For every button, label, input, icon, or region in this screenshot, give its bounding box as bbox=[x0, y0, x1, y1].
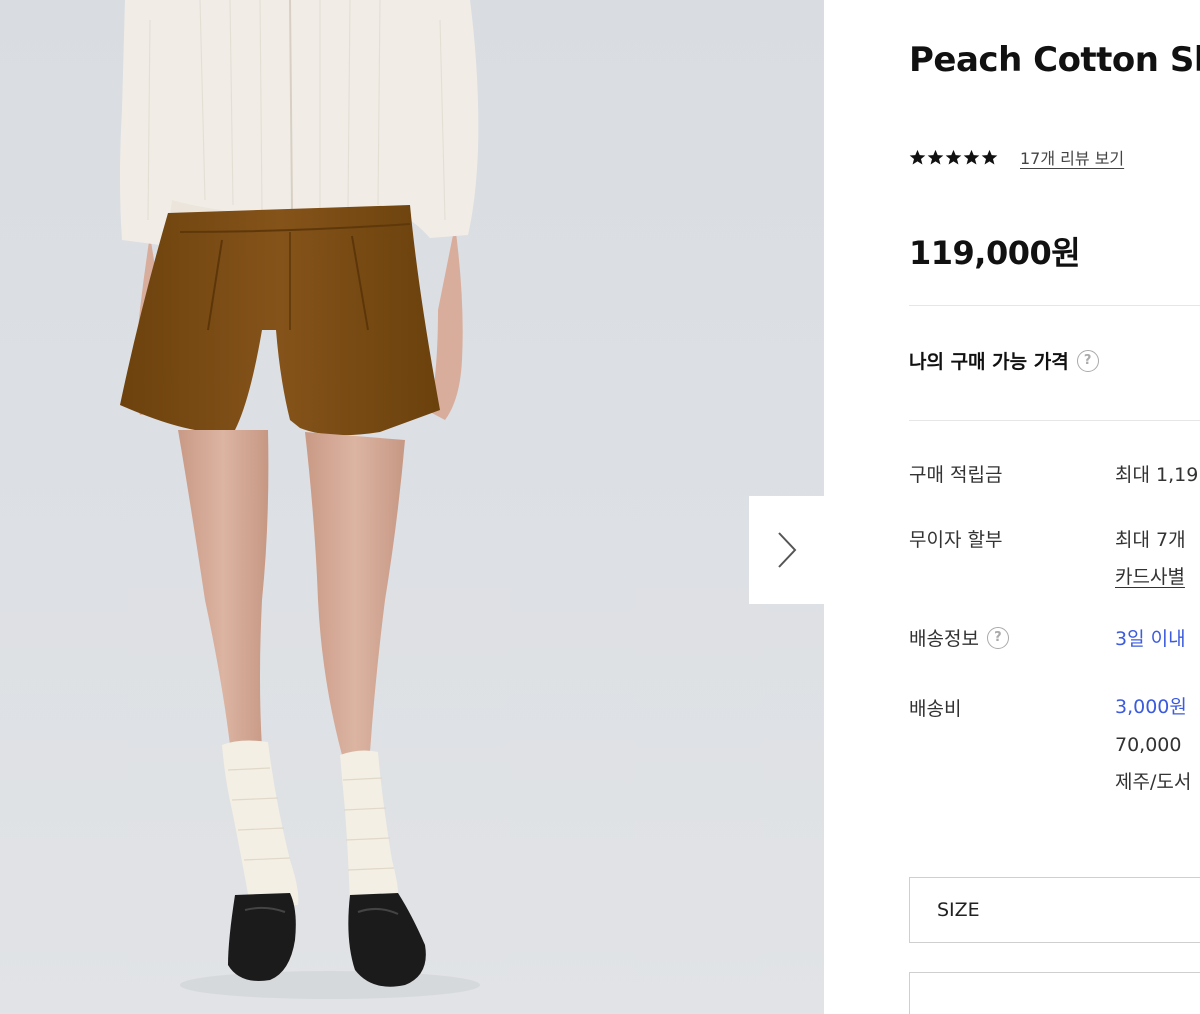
star-icon bbox=[963, 149, 980, 165]
installment-label: 무이자 할부 bbox=[909, 529, 1003, 551]
size-select[interactable]: SIZE bbox=[909, 877, 1200, 943]
shipping-info-value: 3일 이내 bbox=[1115, 628, 1186, 650]
rating-row: 17개 리뷰 보기 bbox=[909, 145, 1124, 169]
star-icon bbox=[909, 149, 926, 165]
product-photo bbox=[120, 0, 480, 999]
divider bbox=[909, 305, 1200, 306]
help-icon[interactable]: ? bbox=[1076, 349, 1099, 372]
shipping-fee-value: 3,000원 bbox=[1115, 696, 1187, 718]
shipping-info-label: 배송정보 bbox=[909, 628, 979, 650]
points-label: 구매 적립금 bbox=[909, 464, 1003, 486]
next-image-button[interactable] bbox=[749, 496, 824, 604]
product-info-panel: Peach Cotton Sh 17개 리뷰 보기 119,000원 나의 구매… bbox=[824, 0, 1200, 1014]
chevron-right-icon bbox=[777, 532, 796, 568]
size-select-label: SIZE bbox=[937, 899, 980, 921]
star-icon bbox=[981, 149, 998, 165]
points-value: 최대 1,19 bbox=[1115, 464, 1199, 486]
review-link[interactable]: 17개 리뷰 보기 bbox=[1020, 145, 1124, 169]
product-title: Peach Cotton Sh bbox=[909, 40, 1200, 80]
free-shipping-threshold: 70,000 bbox=[1115, 734, 1182, 756]
star-icon bbox=[945, 149, 962, 165]
island-shipping-note: 제주/도서 bbox=[1115, 771, 1192, 793]
shipping-info-row: 배송정보 ? bbox=[909, 624, 1009, 651]
my-price-toggle[interactable]: 나의 구매 가능 가격 ? bbox=[909, 347, 1099, 374]
help-icon[interactable]: ? bbox=[986, 626, 1009, 649]
shipping-fee-label: 배송비 bbox=[909, 698, 962, 720]
product-price: 119,000원 bbox=[909, 234, 1081, 272]
card-benefits-link[interactable]: 카드사별 bbox=[1115, 560, 1185, 594]
star-icon bbox=[927, 149, 944, 165]
product-image-gallery bbox=[0, 0, 824, 1014]
divider bbox=[909, 420, 1200, 421]
option-select[interactable] bbox=[909, 972, 1200, 1014]
installment-value: 최대 7개 bbox=[1115, 529, 1186, 551]
rating-stars bbox=[909, 149, 998, 166]
my-price-label: 나의 구매 가능 가격 bbox=[909, 351, 1069, 373]
